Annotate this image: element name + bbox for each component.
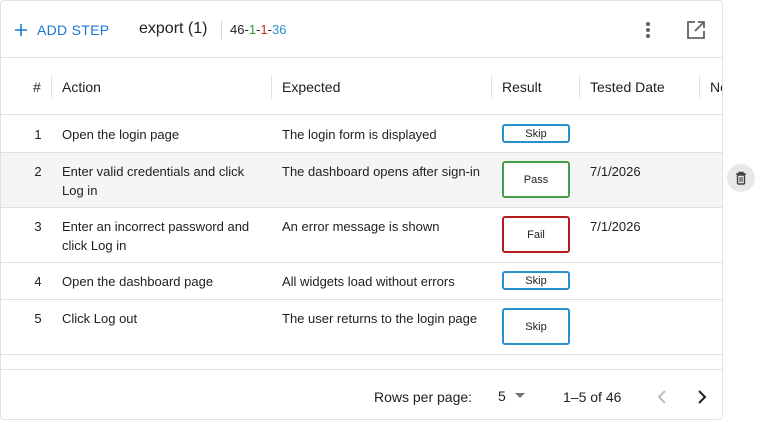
column-divider[interactable] bbox=[51, 75, 52, 99]
open-in-new-button[interactable] bbox=[682, 16, 710, 44]
open-in-new-icon bbox=[687, 21, 705, 39]
column-divider[interactable] bbox=[271, 75, 272, 99]
row-number: 3 bbox=[34, 219, 42, 234]
rows-per-page-value: 5 bbox=[498, 388, 506, 404]
expected-cell[interactable]: An error message is shown bbox=[282, 217, 482, 236]
row-number: 2 bbox=[34, 164, 42, 179]
result-badge-fail[interactable]: Fail bbox=[502, 216, 570, 253]
more-vert-icon bbox=[646, 22, 650, 38]
rows-per-page-select[interactable]: 5 bbox=[498, 388, 526, 404]
row-number: 5 bbox=[34, 311, 42, 326]
action-cell[interactable]: Enter an incorrect password and click Lo… bbox=[62, 217, 262, 255]
table-row[interactable]: 5 Click Log out The user returns to the … bbox=[1, 300, 722, 355]
rows-per-page-label: Rows per page: bbox=[374, 389, 473, 405]
toolbar: ADD STEP export (1) 46-1-1-36 bbox=[1, 1, 722, 58]
column-header-expected[interactable]: Expected bbox=[282, 79, 340, 95]
title-divider bbox=[221, 21, 222, 39]
add-step-button[interactable]: ADD STEP bbox=[14, 18, 109, 42]
column-header-tested-date[interactable]: Tested Date bbox=[590, 79, 665, 95]
count-fail: 1 bbox=[260, 22, 268, 37]
tested-date-cell[interactable]: 7/1/2026 bbox=[590, 217, 641, 236]
trash-icon bbox=[736, 171, 746, 185]
expected-cell[interactable]: All widgets load without errors bbox=[282, 272, 482, 291]
column-header-result[interactable]: Result bbox=[502, 79, 542, 95]
result-badge-skip[interactable]: Skip bbox=[502, 308, 570, 345]
row-number: 4 bbox=[34, 274, 42, 289]
action-cell[interactable]: Open the dashboard page bbox=[62, 272, 262, 291]
count-skip: 36 bbox=[271, 22, 287, 37]
action-cell[interactable]: Open the login page bbox=[62, 125, 262, 144]
result-badge-pass[interactable]: Pass bbox=[502, 161, 570, 198]
action-cell[interactable]: Enter valid credentials and click Log in bbox=[62, 162, 262, 200]
more-options-button[interactable] bbox=[634, 16, 662, 44]
column-header-num[interactable]: # bbox=[33, 79, 41, 95]
table-row[interactable]: 1 Open the login page The login form is … bbox=[1, 115, 722, 153]
table-header: # Action Expected Result Tested Date No bbox=[1, 58, 722, 115]
column-header-notes[interactable]: No bbox=[710, 79, 722, 95]
next-page-button[interactable] bbox=[688, 383, 716, 411]
table-row[interactable]: 4 Open the dashboard page All widgets lo… bbox=[1, 263, 722, 300]
column-divider[interactable] bbox=[491, 75, 492, 99]
file-title: export (1) bbox=[139, 20, 208, 37]
chevron-left-icon bbox=[657, 390, 666, 404]
expected-cell[interactable]: The login form is displayed bbox=[282, 125, 482, 144]
table-row[interactable]: 2 Enter valid credentials and click Log … bbox=[1, 153, 722, 208]
count-total: 46 bbox=[230, 22, 245, 37]
previous-page-button[interactable] bbox=[648, 383, 676, 411]
result-counts: 46-1-1-36 bbox=[230, 22, 286, 37]
expected-cell[interactable]: The dashboard opens after sign-in bbox=[282, 162, 482, 181]
column-header-action[interactable]: Action bbox=[62, 79, 101, 95]
action-cell[interactable]: Click Log out bbox=[62, 309, 262, 328]
row-number: 1 bbox=[34, 127, 42, 142]
result-badge-skip[interactable]: Skip bbox=[502, 124, 570, 143]
pagination-footer: Rows per page: 5 1–5 of 46 bbox=[1, 369, 722, 419]
add-step-label: ADD STEP bbox=[37, 22, 110, 38]
expected-cell[interactable]: The user returns to the login page bbox=[282, 309, 482, 328]
pagination-range: 1–5 of 46 bbox=[563, 389, 622, 405]
result-badge-skip[interactable]: Skip bbox=[502, 271, 570, 290]
plus-icon bbox=[15, 24, 27, 36]
tested-date-cell[interactable]: 7/1/2026 bbox=[590, 162, 641, 181]
delete-row-button[interactable] bbox=[727, 164, 755, 192]
caret-down-icon bbox=[514, 393, 525, 398]
column-divider[interactable] bbox=[699, 75, 700, 99]
count-pass: 1 bbox=[248, 22, 257, 37]
table-row[interactable]: 3 Enter an incorrect password and click … bbox=[1, 208, 722, 263]
test-steps-panel: ADD STEP export (1) 46-1-1-36 # Action E… bbox=[0, 0, 723, 420]
chevron-right-icon bbox=[698, 390, 707, 404]
column-divider[interactable] bbox=[579, 75, 580, 99]
